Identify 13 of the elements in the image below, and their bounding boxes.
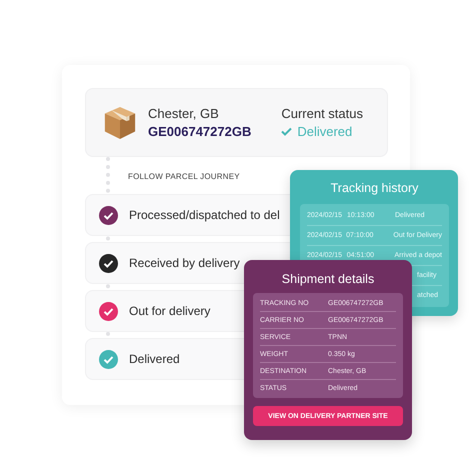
parcel-box-icon <box>103 104 137 140</box>
card-title: Tracking history <box>330 181 420 195</box>
parcel-location: Chester, GB <box>148 106 220 121</box>
card-title: Shipment details <box>280 272 376 286</box>
tracking-number: GE006747272GB <box>148 124 252 139</box>
step-label: Delivered <box>129 352 180 366</box>
step-label: Received by delivery <box>129 256 240 270</box>
status-label: Current status <box>281 106 363 121</box>
status-value: Delivered <box>297 124 352 139</box>
step-label: Processed/dispatched to del <box>129 208 280 222</box>
journey-heading: FOLLOW PARCEL JOURNEY <box>128 172 241 181</box>
step-label: Out for delivery <box>129 304 210 318</box>
check-icon <box>281 127 292 136</box>
